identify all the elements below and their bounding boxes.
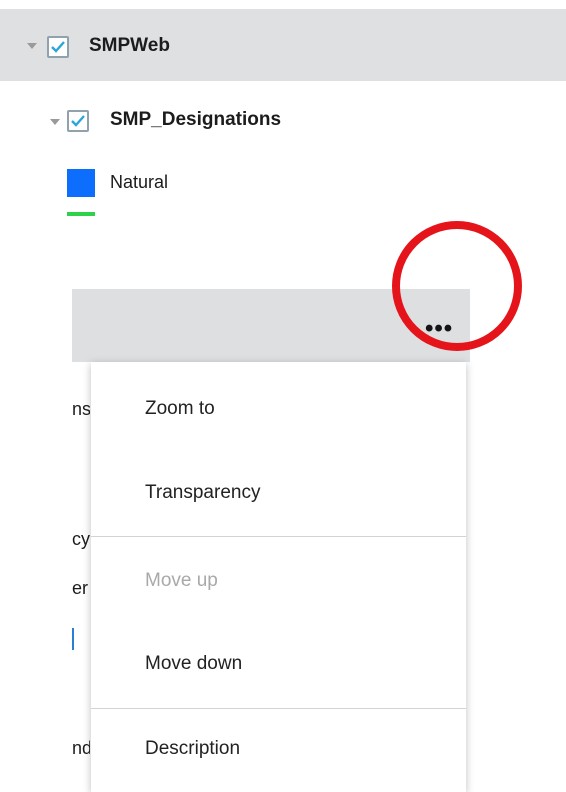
menu-item-label: Move up (145, 570, 218, 591)
menu-item-label: Zoom to (145, 398, 215, 419)
layer-label-smp-designations: SMP_Designations (110, 109, 282, 130)
highlight-circle (392, 221, 522, 351)
clipped-text: cy (72, 529, 90, 549)
layer-row-smpweb[interactable] (0, 9, 566, 81)
layer-options-menu: Zoom to Transparency Move up Move down D… (91, 362, 466, 792)
clipped-text: er (72, 578, 89, 598)
menu-item-label: Move down (145, 653, 243, 674)
menu-item-label: Transparency (145, 482, 261, 503)
checkmark-icon (51, 41, 65, 53)
expand-caret-icon[interactable] (27, 43, 37, 49)
clipped-divider (72, 628, 74, 650)
clipped-text: ns (72, 399, 90, 419)
layer-label-smpweb: SMPWeb (89, 35, 170, 56)
menu-item-label: Description (145, 738, 241, 759)
layer-checkbox-smpweb[interactable] (47, 36, 69, 58)
expand-caret-icon[interactable] (50, 119, 60, 125)
clipped-text: nd (72, 738, 90, 758)
menu-divider (91, 536, 466, 537)
checkmark-icon (71, 115, 85, 127)
layer-checkbox-smp-designations[interactable] (67, 110, 89, 132)
legend-swatch-natural (67, 169, 95, 197)
legend-label-natural: Natural (110, 172, 169, 192)
menu-divider (91, 708, 466, 709)
legend-swatch-line (67, 212, 95, 216)
